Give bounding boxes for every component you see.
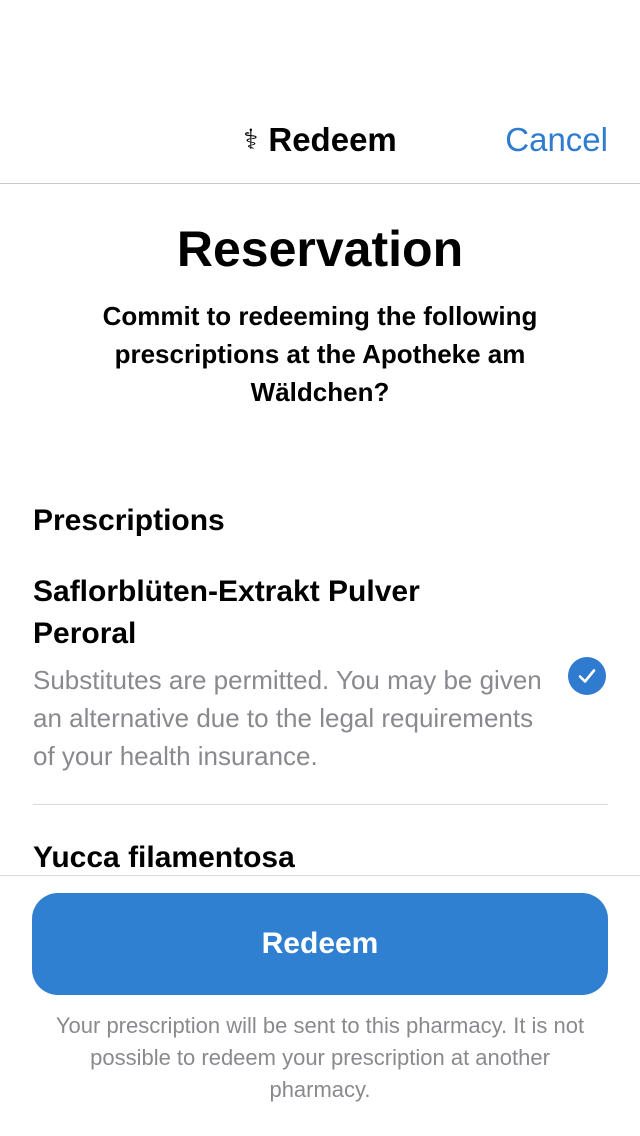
caduceus-icon: ⚕ — [243, 124, 259, 155]
page-title: Reservation — [176, 221, 464, 277]
prescription-description: Substitutes are permitted. You may be gi… — [33, 665, 542, 771]
prescription-item[interactable]: Saflorblüten-Extrakt Pulver Peroral Subs… — [33, 571, 608, 805]
section-title-prescriptions: Prescriptions — [33, 504, 225, 537]
prescription-name: Saflorblüten-Extrakt Pulver Peroral — [33, 575, 420, 650]
cancel-button[interactable]: Cancel — [505, 118, 608, 162]
prescription-name: Yucca filamentosa — [33, 841, 295, 874]
navigation-bar: ⚕ Redeem Cancel — [0, 0, 640, 184]
nav-title-label: Redeem — [268, 121, 397, 158]
redeem-button[interactable]: Redeem — [32, 893, 608, 995]
checkmark-glyph — [578, 669, 596, 683]
scroll-content[interactable]: Reservation Commit to redeeming the foll… — [0, 185, 640, 875]
footer: Redeem Your prescription will be sent to… — [0, 875, 640, 1136]
checkmark-icon[interactable] — [568, 657, 606, 695]
page-subtitle: Commit to redeeming the following prescr… — [102, 301, 538, 407]
footer-note: Your prescription will be sent to this p… — [55, 1013, 585, 1102]
prescription-item[interactable]: Yucca filamentosa — [33, 837, 608, 875]
